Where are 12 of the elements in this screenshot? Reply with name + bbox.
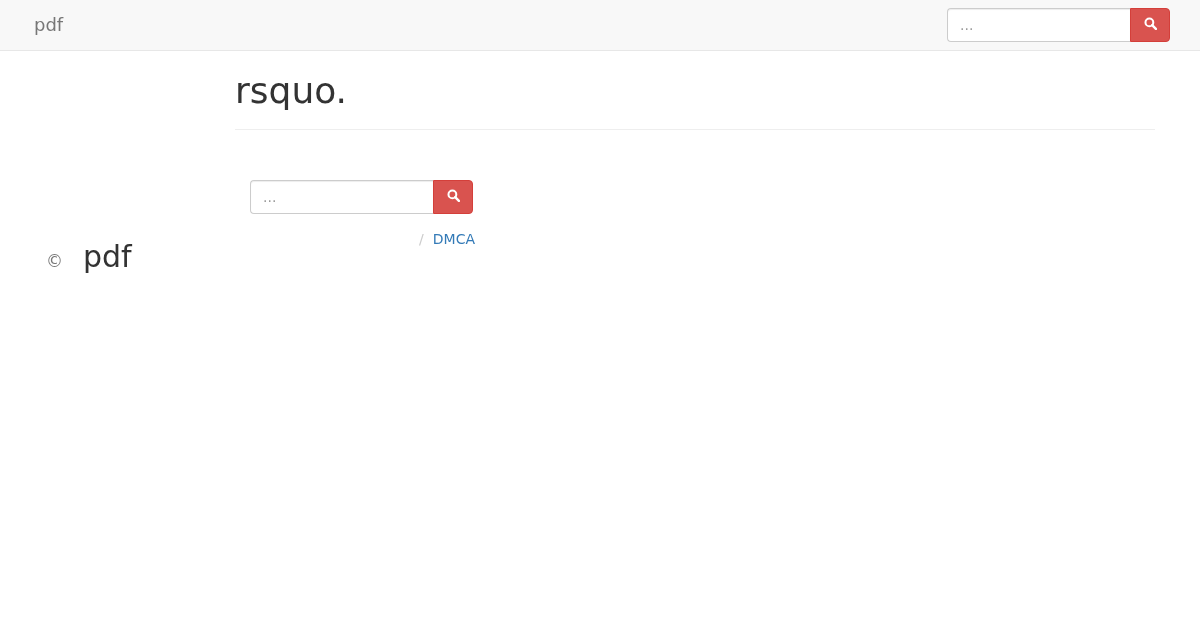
breadcrumb-separator: / bbox=[418, 230, 425, 249]
search-field[interactable]: ... bbox=[947, 8, 1130, 42]
search-field[interactable]: ... bbox=[250, 180, 433, 214]
search-button[interactable] bbox=[1130, 8, 1170, 42]
search-button[interactable] bbox=[433, 180, 473, 214]
brand-link[interactable]: pdf bbox=[34, 15, 64, 35]
search-icon bbox=[1143, 17, 1157, 30]
breadcrumb-link[interactable]: DMCA bbox=[432, 229, 475, 249]
search-icon bbox=[446, 189, 460, 202]
page-title: rsquo. bbox=[235, 71, 349, 111]
copyright-symbol: © bbox=[46, 251, 63, 271]
copyright-name: pdf bbox=[83, 240, 132, 273]
